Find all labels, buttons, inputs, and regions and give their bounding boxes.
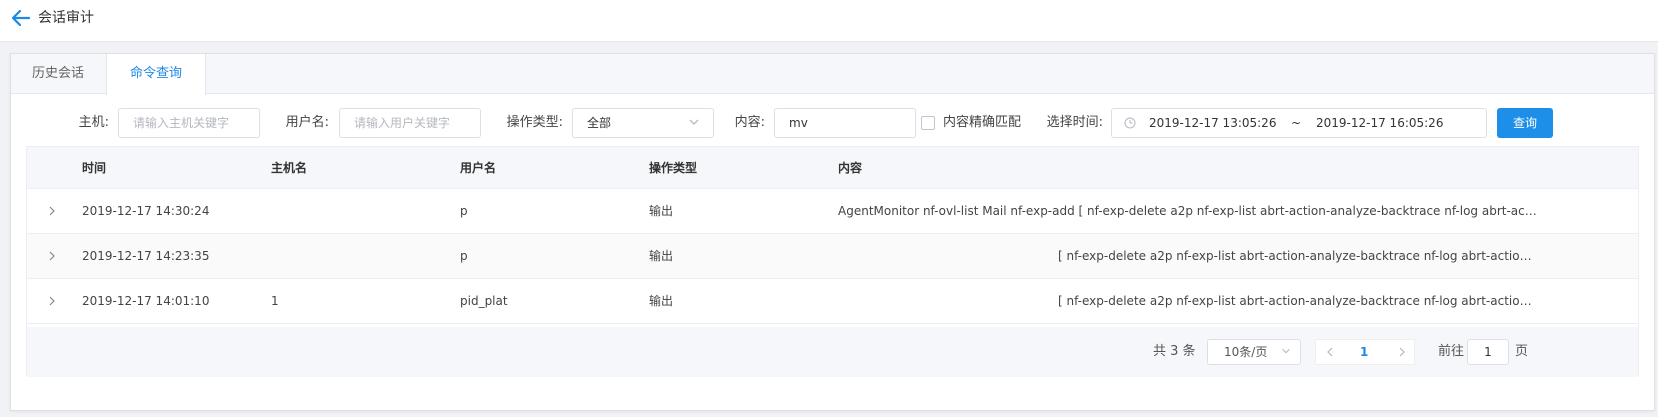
cell-user: pid_plat (460, 294, 508, 308)
time-separator: ~ (1291, 116, 1302, 130)
page-size-select[interactable]: 10条/页 (1207, 339, 1301, 365)
exact-match-label: 内容精确匹配 (943, 115, 1022, 130)
table-row[interactable]: 2019-12-17 14:23:35 p 输出 [ nf-exp-delete… (27, 234, 1638, 279)
col-optype: 操作类型 (649, 161, 698, 175)
optype-select[interactable]: 全部 (572, 108, 714, 138)
clock-icon (1124, 117, 1136, 129)
main-card: 历史会话 命令查询 主机: 请输入主机关键字 用户名: 请输入用户关键字 操作类… (10, 53, 1655, 411)
start-time: 2019-12-17 13:05:26 (1149, 116, 1277, 130)
cell-host: 1 (271, 294, 279, 308)
user-label: 用户名: (285, 115, 329, 130)
cell-user: p (460, 249, 468, 263)
tab-bar: 历史会话 命令查询 (11, 54, 1654, 95)
content-label: 内容: (734, 115, 765, 130)
col-host: 主机名 (271, 161, 308, 175)
cell-content: [ nf-exp-delete a2p nf-exp-list abrt-act… (1058, 249, 1538, 263)
tab-command-query[interactable]: 命令查询 (106, 54, 206, 95)
cell-optype: 输出 (649, 294, 674, 308)
filter-bar: 主机: 请输入主机关键字 用户名: 请输入用户关键字 操作类型: 全部 内容: … (11, 108, 1654, 138)
content-input[interactable]: mv (774, 108, 916, 138)
host-label: 主机: (78, 115, 109, 130)
page-title: 会话审计 (38, 10, 94, 26)
optype-label: 操作类型: (506, 115, 563, 130)
chevron-down-icon (1282, 348, 1290, 354)
cell-user: p (460, 204, 468, 218)
table-row[interactable]: 2019-12-17 14:01:10 1 pid_plat 输出 [ nf-e… (27, 279, 1638, 324)
col-user: 用户名 (460, 161, 497, 175)
end-time: 2019-12-17 16:05:26 (1316, 116, 1444, 130)
chevron-right-icon[interactable] (1396, 346, 1408, 358)
tab-history-sessions[interactable]: 历史会话 (11, 54, 105, 94)
time-label: 选择时间: (1046, 115, 1103, 130)
table-header: 时间 主机名 用户名 操作类型 内容 (27, 147, 1638, 189)
col-content: 内容 (838, 161, 863, 175)
chevron-right-icon[interactable] (47, 206, 57, 216)
pager: 1 (1315, 339, 1415, 365)
chevron-left-icon[interactable] (1324, 346, 1336, 358)
cell-content: [ nf-exp-delete a2p nf-exp-list abrt-act… (1058, 294, 1538, 308)
top-bar: 会话审计 (0, 0, 1658, 42)
cell-time: 2019-12-17 14:01:10 (82, 294, 210, 308)
chevron-down-icon (689, 119, 699, 125)
host-input[interactable]: 请输入主机关键字 (118, 108, 260, 138)
optype-select-value: 全部 (587, 116, 612, 130)
cell-optype: 输出 (649, 204, 674, 218)
arrow-left-icon[interactable] (10, 7, 32, 29)
chevron-right-icon[interactable] (47, 251, 57, 261)
command-table: 时间 主机名 用户名 操作类型 内容 2019-12-17 14:30:24 p… (26, 146, 1639, 377)
page-number[interactable]: 1 (1360, 340, 1368, 364)
cell-content: AgentMonitor nf-ovl-list Mail nf-exp-add… (838, 204, 1538, 218)
chevron-right-icon[interactable] (47, 296, 57, 306)
total-count: 共 3 条 (1153, 344, 1196, 359)
page-suffix: 页 (1515, 344, 1529, 359)
query-button[interactable]: 查询 (1497, 108, 1553, 138)
table-row[interactable]: 2019-12-17 14:30:24 p 输出 AgentMonitor nf… (27, 189, 1638, 234)
user-input[interactable]: 请输入用户关键字 (339, 108, 481, 138)
page-size-value: 10条/页 (1224, 345, 1268, 359)
pagination-bar: 共 3 条 10条/页 1 前往 1 页 (27, 327, 1638, 377)
cell-optype: 输出 (649, 249, 674, 263)
col-time: 时间 (82, 161, 107, 175)
goto-label: 前往 (1438, 344, 1465, 359)
goto-page-input[interactable]: 1 (1467, 339, 1509, 365)
cell-time: 2019-12-17 14:23:35 (82, 249, 210, 263)
date-range-picker[interactable]: 2019-12-17 13:05:26 ~ 2019-12-17 16:05:2… (1111, 108, 1487, 138)
exact-match-checkbox[interactable] (921, 116, 935, 130)
cell-time: 2019-12-17 14:30:24 (82, 204, 210, 218)
